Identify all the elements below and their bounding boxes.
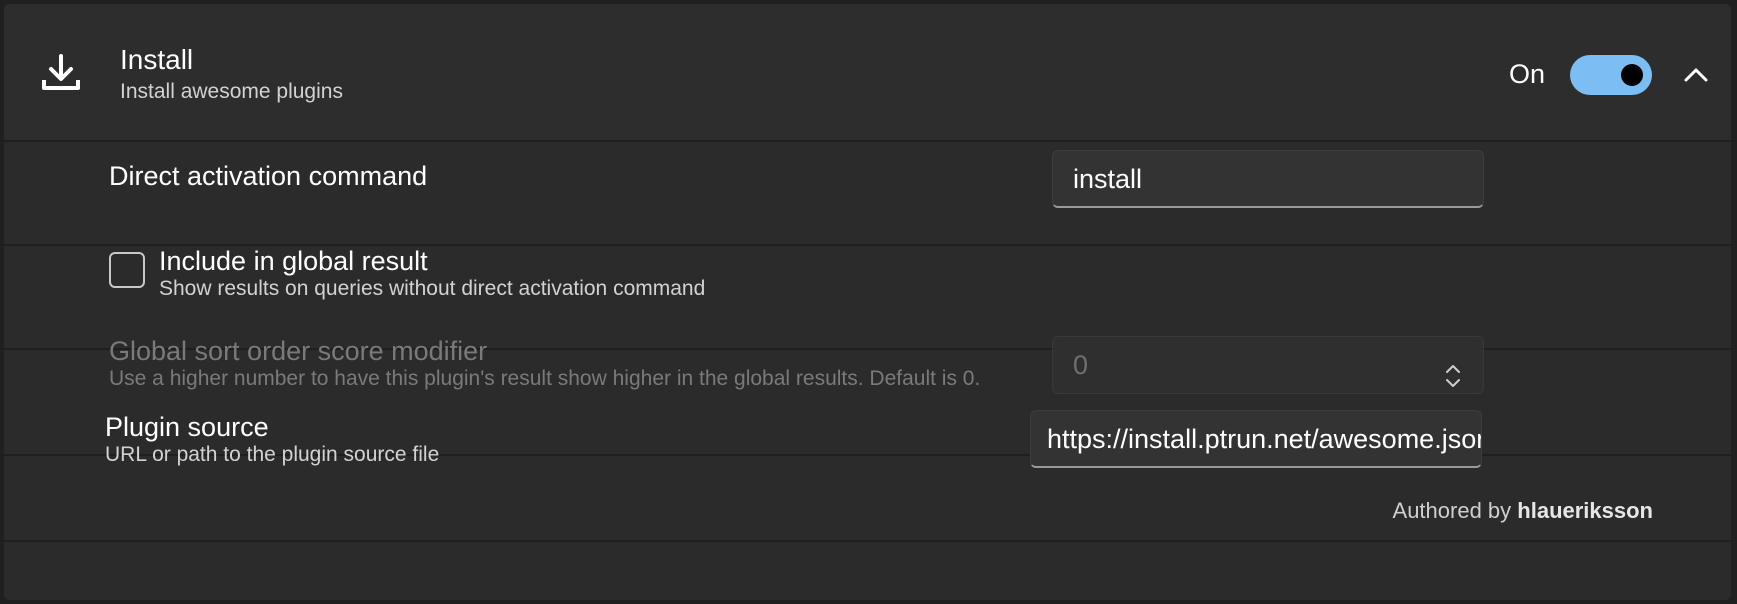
plugin-source-label: Plugin source	[105, 412, 269, 442]
plugin-settings-card: Install Install awesome plugins On Direc…	[4, 4, 1731, 600]
plugin-title: Install	[120, 44, 194, 75]
toggle-state-label: On	[1509, 59, 1546, 89]
author-credit: Authored by hlaueriksson	[1393, 498, 1653, 524]
download-icon	[38, 50, 84, 96]
plugin-header[interactable]: Install Install awesome plugins On	[4, 4, 1731, 142]
sort-modifier-value: 0	[1073, 350, 1089, 380]
sort-modifier-label: Global sort order score modifier	[109, 336, 488, 366]
sort-modifier-description: Use a higher number to have this plugin'…	[109, 367, 981, 390]
global-result-checkbox[interactable]	[109, 252, 145, 288]
global-result-row: Include in global result Show results on…	[4, 246, 1731, 350]
toggle-knob	[1621, 64, 1643, 86]
plugin-subtitle: Install awesome plugins	[120, 80, 343, 103]
activation-command-input[interactable]: install	[1052, 150, 1484, 208]
global-result-label: Include in global result	[159, 246, 428, 276]
plugin-source-description: URL or path to the plugin source file	[105, 443, 440, 466]
activation-command-label: Direct activation command	[109, 161, 428, 191]
plugin-source-input[interactable]: https://install.ptrun.net/awesome.json	[1030, 410, 1482, 468]
chevron-up-icon[interactable]	[1680, 60, 1712, 88]
enable-toggle[interactable]	[1570, 55, 1652, 95]
activation-command-row: Direct activation command install	[4, 142, 1731, 246]
authored-by-label: Authored by	[1392, 498, 1512, 523]
sort-modifier-input: 0	[1052, 336, 1484, 394]
spin-updown-icon	[1443, 353, 1463, 387]
global-result-description: Show results on queries without direct a…	[159, 277, 706, 300]
author-name: hlaueriksson	[1517, 498, 1653, 523]
